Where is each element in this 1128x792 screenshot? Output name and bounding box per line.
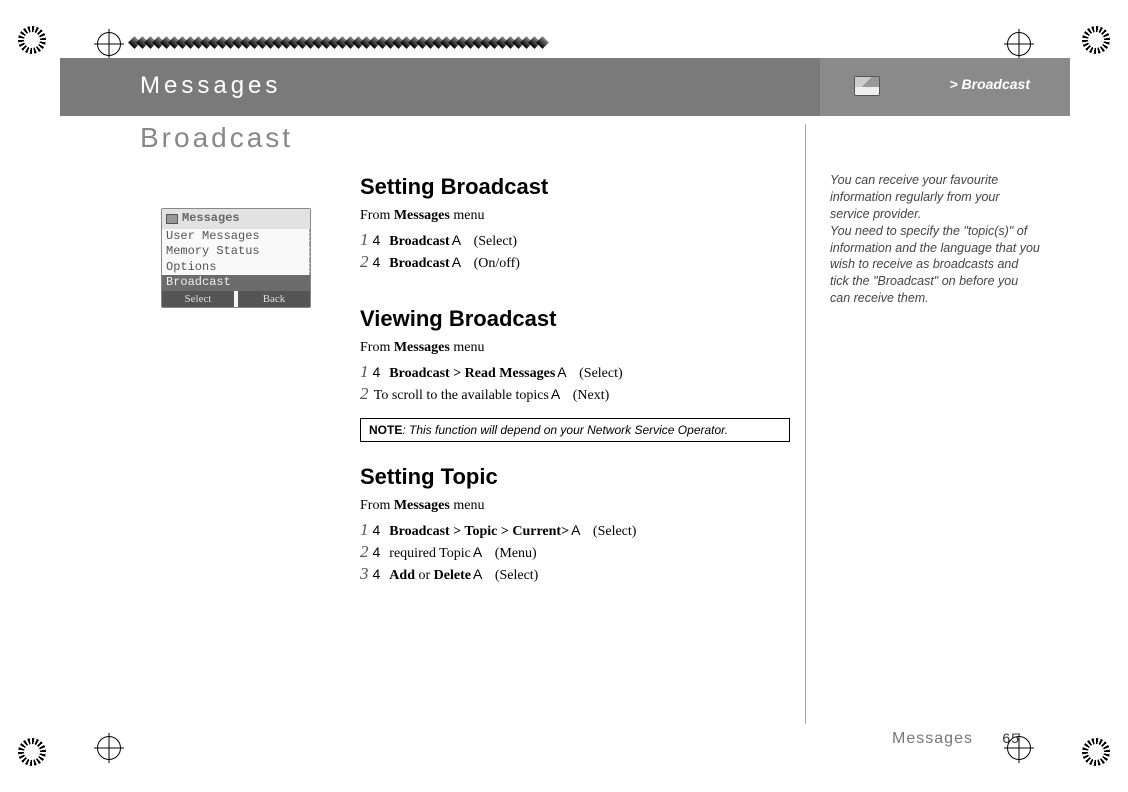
print-mark-wheel	[18, 738, 46, 766]
phone-title: Messages	[162, 209, 310, 229]
step: 34 Add or DeleteA (Select)	[360, 564, 790, 584]
side-note: You can receive your favourite informati…	[830, 172, 1040, 307]
step: 14 BroadcastA (Select)	[360, 230, 790, 250]
subsection-setting-topic: Setting Topic From Messages menu 14 Broa…	[360, 464, 790, 584]
envelope-icon	[166, 214, 178, 224]
from-line: From Messages menu	[360, 340, 790, 356]
print-mark-wheel	[18, 26, 46, 54]
column-divider	[805, 124, 806, 724]
print-mark-wheel	[1082, 738, 1110, 766]
breadcrumb: > Broadcast	[949, 76, 1030, 92]
page-footer: Messages 65	[892, 730, 1020, 748]
section-title: Broadcast	[140, 122, 293, 154]
phone-menu-item: User Messages	[162, 229, 310, 245]
page-number: 65	[1002, 730, 1020, 746]
phone-menu-item-selected: Broadcast	[162, 275, 310, 291]
subsection-heading: Viewing Broadcast	[360, 306, 790, 332]
phone-softkey-right: Back	[238, 291, 310, 307]
phone-softkeys: Select Back	[162, 291, 310, 307]
step: 24 BroadcastA (On/off)	[360, 252, 790, 272]
note-box: NOTE: This function will depend on your …	[360, 418, 790, 442]
phone-softkey-left: Select	[162, 291, 238, 307]
phone-menu-item: Options	[162, 260, 310, 276]
subsection-heading: Setting Broadcast	[360, 174, 790, 200]
subsection-heading: Setting Topic	[360, 464, 790, 490]
from-line: From Messages menu	[360, 208, 790, 224]
step: 2 To scroll to the available topicsA (Ne…	[360, 384, 790, 404]
step: 14 Broadcast > Topic > Current>A (Select…	[360, 520, 790, 540]
ornament-diamonds	[130, 38, 580, 50]
phone-title-text: Messages	[182, 211, 240, 227]
step: 24 required TopicA (Menu)	[360, 542, 790, 562]
page: Messages > Broadcast Broadcast Messages …	[60, 16, 1070, 776]
subsection-setting-broadcast: Setting Broadcast From Messages menu 14 …	[360, 174, 790, 272]
phone-menu-item: Memory Status	[162, 244, 310, 260]
envelope-icon	[854, 76, 880, 96]
step: 14 Broadcast > Read MessagesA (Select)	[360, 362, 790, 382]
from-line: From Messages menu	[360, 498, 790, 514]
subsection-viewing-broadcast: Viewing Broadcast From Messages menu 14 …	[360, 306, 790, 442]
chapter-header: Messages > Broadcast	[60, 58, 1070, 116]
content-column: Setting Broadcast From Messages menu 14 …	[360, 166, 790, 606]
phone-screenshot: Messages User Messages Memory Status Opt…	[161, 208, 311, 308]
footer-chapter: Messages	[892, 730, 973, 747]
print-mark-wheel	[1082, 26, 1110, 54]
chapter-title: Messages	[140, 72, 281, 100]
